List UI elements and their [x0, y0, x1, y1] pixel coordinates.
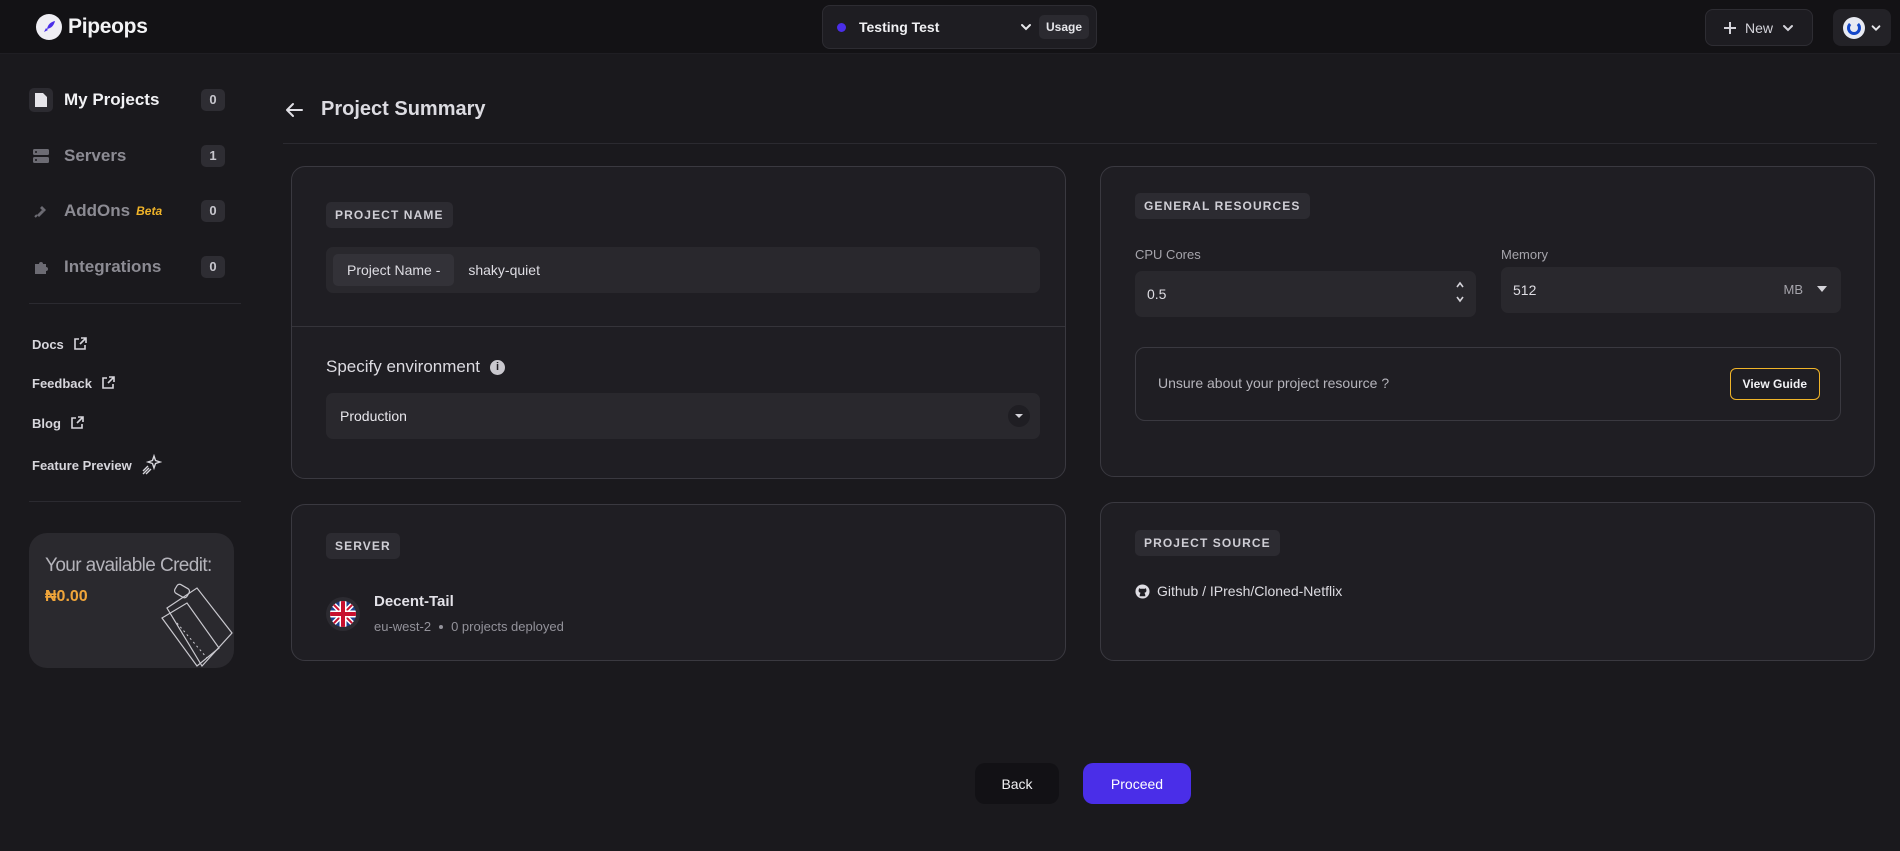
card-divider — [292, 326, 1065, 327]
sidebar-item-addons[interactable]: AddOns Beta 0 — [29, 196, 225, 226]
environment-label: Specify environment i — [326, 357, 506, 377]
current-project-name: Testing Test — [859, 19, 940, 35]
caret-down-icon[interactable] — [1817, 286, 1827, 292]
environment-value: Production — [340, 408, 407, 424]
credit-amount: ₦0.00 — [45, 588, 88, 605]
cpu-value: 0.5 — [1147, 286, 1167, 302]
guide-text: Unsure about your project resource ? — [1158, 375, 1390, 391]
server-meta: eu-west-2 0 projects deployed — [374, 619, 564, 634]
project-source-card: PROJECT SOURCE Github / IPresh/Cloned-Ne… — [1100, 502, 1875, 661]
count-badge: 0 — [201, 89, 225, 111]
server-row: Decent-Tail eu-west-2 0 projects deploye… — [326, 593, 564, 634]
project-source-tag: PROJECT SOURCE — [1135, 530, 1280, 556]
server-icon — [29, 144, 53, 168]
sidebar-divider — [29, 501, 241, 502]
resource-guide-box: Unsure about your project resource ? Vie… — [1135, 347, 1841, 421]
server-card: SERVER Decent-Tail eu-west-2 0 projects … — [291, 504, 1066, 661]
project-source: Github / IPresh/Cloned-Netflix — [1135, 583, 1342, 599]
plug-icon — [29, 199, 53, 223]
cpu-cores-input[interactable]: 0.5 — [1135, 271, 1476, 317]
external-link-icon — [71, 416, 84, 429]
server-region: eu-west-2 — [374, 619, 432, 634]
chevron-up-icon[interactable] — [1454, 279, 1466, 291]
count-badge: 0 — [201, 256, 225, 278]
app-logo[interactable]: Pipeops — [36, 14, 148, 40]
credit-card: Your available Credit: ₦0.00 — [29, 533, 234, 668]
beta-badge: Beta — [136, 204, 163, 218]
memory-label: Memory — [1501, 247, 1548, 262]
memory-unit[interactable]: MB — [1784, 282, 1804, 297]
cpu-stepper[interactable] — [1454, 279, 1466, 305]
view-guide-button[interactable]: View Guide — [1729, 368, 1820, 400]
github-icon — [1135, 583, 1150, 599]
project-name-field: Project Name - — [326, 247, 1040, 293]
project-name-prefix: Project Name - — [333, 254, 455, 286]
docs-link[interactable]: Docs — [32, 336, 88, 352]
project-switcher[interactable]: Testing Test Usage — [822, 5, 1097, 49]
sidebar-item-servers[interactable]: Servers 1 — [29, 141, 225, 171]
project-name-tag: PROJECT NAME — [326, 202, 453, 228]
server-tag: SERVER — [326, 533, 400, 559]
resources-card: GENERAL RESOURCES CPU Cores 0.5 Memory 5… — [1100, 166, 1875, 477]
rocket-icon — [36, 14, 62, 40]
docs-link-label: Docs — [32, 336, 64, 352]
sidebar-item-label: AddOns — [64, 201, 131, 220]
external-link-icon — [102, 376, 115, 389]
blog-link-label: Blog — [32, 415, 61, 431]
app-name: Pipeops — [68, 15, 148, 38]
server-name: Decent-Tail — [374, 593, 454, 610]
chevron-down-icon — [1871, 24, 1880, 31]
title-divider — [283, 143, 1877, 144]
uk-flag-icon — [326, 597, 360, 631]
credit-title: Your available Credit: — [45, 555, 212, 576]
wallet-illustration-icon — [161, 583, 233, 667]
server-deployments: 0 projects deployed — [451, 619, 564, 634]
sidebar-item-my-projects[interactable]: My Projects 0 — [29, 85, 225, 115]
info-icon[interactable]: i — [490, 359, 506, 375]
sidebar-item-label: My Projects — [64, 90, 160, 109]
top-bar: Pipeops Testing Test Usage New — [0, 0, 1900, 54]
project-status-dot — [837, 22, 846, 32]
environment-label-text: Specify environment — [326, 357, 481, 376]
avatar — [1842, 16, 1865, 39]
sidebar-item-label: Integrations — [64, 257, 162, 276]
general-resources-tag: GENERAL RESOURCES — [1135, 193, 1310, 219]
file-icon — [29, 88, 53, 112]
new-button-label: New — [1744, 19, 1773, 36]
proceed-button[interactable]: Proceed — [1083, 763, 1191, 804]
sidebar-item-integrations[interactable]: Integrations 0 — [29, 252, 225, 282]
sparkle-icon — [142, 454, 162, 475]
memory-value: 512 — [1513, 282, 1537, 298]
puzzle-icon — [29, 255, 53, 279]
plus-icon — [1723, 21, 1736, 34]
count-badge: 1 — [201, 145, 225, 167]
project-name-input[interactable] — [468, 262, 919, 278]
feedback-link[interactable]: Feedback — [32, 375, 116, 391]
project-config-card: PROJECT NAME Project Name - Specify envi… — [291, 166, 1066, 479]
memory-input[interactable]: 512 MB — [1501, 267, 1841, 313]
back-button[interactable]: Back — [975, 763, 1059, 804]
count-badge: 0 — [201, 200, 225, 222]
feedback-link-label: Feedback — [32, 375, 92, 391]
user-menu[interactable] — [1833, 9, 1891, 46]
back-arrow-icon[interactable] — [283, 99, 305, 121]
feature-preview-link[interactable]: Feature Preview — [32, 454, 162, 476]
project-source-value: Github / IPresh/Cloned-Netflix — [1157, 583, 1343, 599]
new-button[interactable]: New — [1705, 9, 1813, 46]
caret-down-icon — [1008, 405, 1030, 427]
cpu-label: CPU Cores — [1135, 247, 1201, 262]
chevron-down-icon[interactable] — [1019, 20, 1033, 34]
feature-preview-link-label: Feature Preview — [32, 457, 132, 473]
usage-button[interactable]: Usage — [1039, 15, 1090, 39]
environment-select[interactable]: Production — [326, 393, 1040, 439]
blog-link[interactable]: Blog — [32, 415, 85, 431]
chevron-down-icon[interactable] — [1454, 293, 1466, 305]
external-link-icon — [73, 337, 87, 350]
chevron-down-icon — [1783, 24, 1793, 31]
sidebar-item-label: Servers — [64, 146, 127, 165]
page-title: Project Summary — [321, 98, 486, 120]
sidebar-divider — [29, 303, 241, 304]
